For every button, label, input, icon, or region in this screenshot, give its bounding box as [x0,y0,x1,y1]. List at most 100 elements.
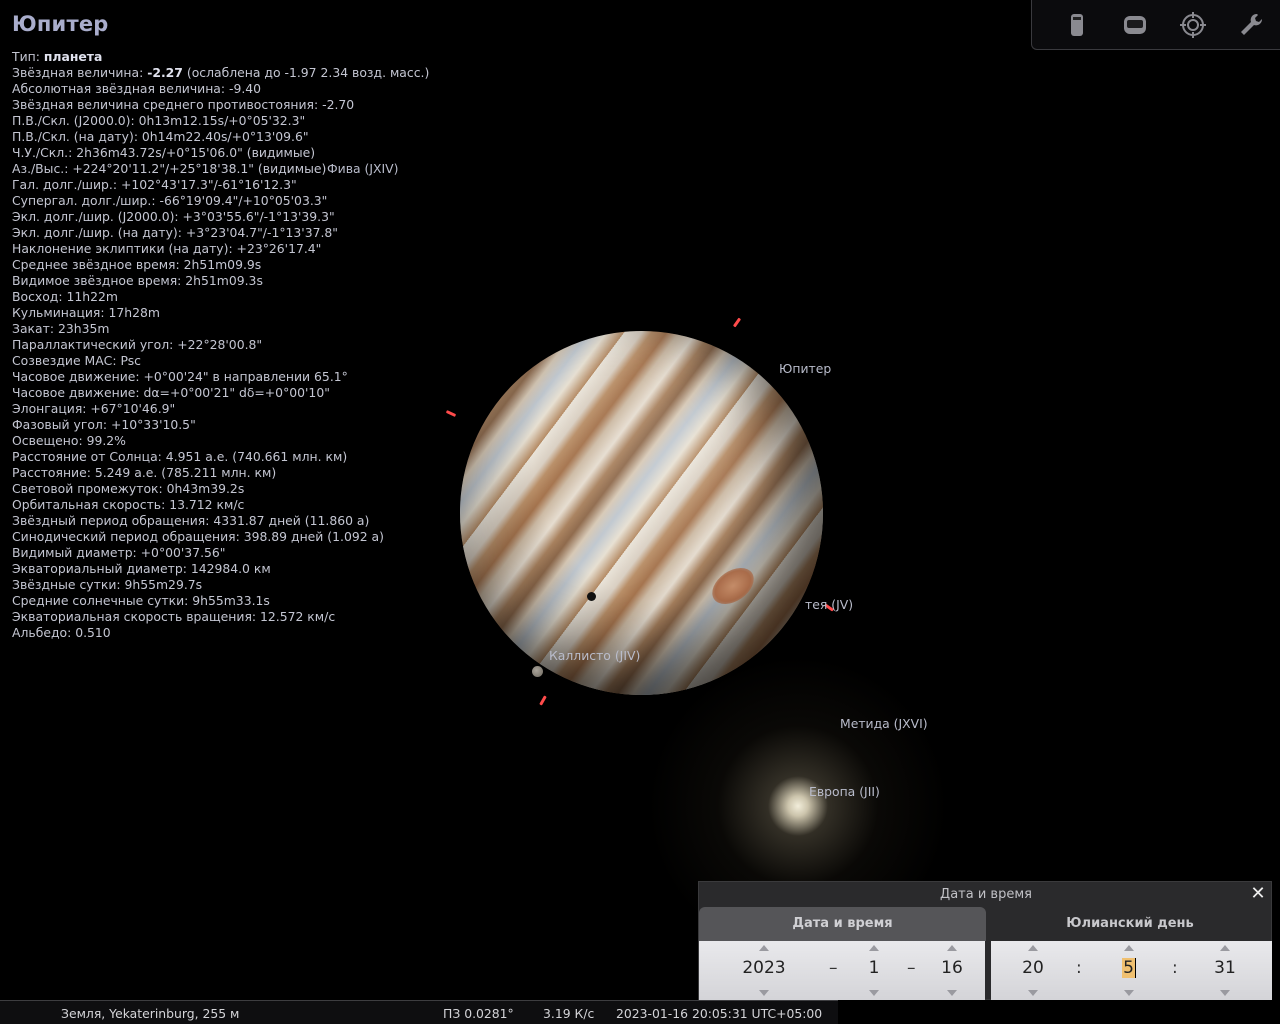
second-value[interactable]: 31 [1205,958,1245,978]
status-datetime[interactable]: 2023-01-16 20:05:31 UTC+05:00 [616,1006,822,1021]
info-row: Синодический период обращения: 398.89 дн… [12,529,532,545]
info-row: Звёздная величина: -2.27 (ослаблена до -… [12,65,532,81]
hour-value[interactable]: 20 [1013,958,1053,978]
info-label: Расстояние: 5.249 а.е. (785.211 млн. км) [12,465,277,480]
object-title: Юпитер [12,12,109,36]
info-row: Ч.У./Скл.: 2h36m43.72s/+0°15'06.0" (види… [12,145,532,161]
decrement-icon[interactable] [947,990,957,996]
info-label: П.В./Скл. (на дату): 0h14m22.40s/+0°13'0… [12,129,309,144]
telescope-icon[interactable] [1062,10,1092,40]
label-metis[interactable]: Метида (JXVI) [840,716,928,731]
info-label: Кульминация: 17h28m [12,305,160,320]
increment-icon[interactable] [759,945,769,951]
tab-datetime[interactable]: Дата и время [699,907,986,941]
increment-icon[interactable] [1220,945,1230,951]
decrement-icon[interactable] [869,990,879,996]
info-label: Звёздные сутки: 9h55m29.7s [12,577,203,592]
info-row: Часовое движение: +0°00'24" в направлени… [12,369,532,385]
info-row: Экл. долг./шир. (J2000.0): +3°03'55.6"/-… [12,209,532,225]
info-label: Наклонение эклиптики (на дату): +23°26'1… [12,241,322,256]
info-label: Экл. долг./шир. (J2000.0): +3°03'55.6"/-… [12,209,335,224]
increment-icon[interactable] [869,945,879,951]
datetime-dialog: Дата и время ✕ Дата и время Юлианский де… [698,881,1272,1000]
info-row: Экваториальная скорость вращения: 12.572… [12,609,532,625]
info-label: Световой промежуток: 0h43m39.2s [12,481,245,496]
month-value[interactable]: 1 [854,958,894,978]
label-theba[interactable]: Фива (JXIV) [327,161,399,176]
target-icon[interactable] [1178,10,1208,40]
info-row: Супергал. долг./шир.: -66°19'09.4"/+10°0… [12,193,532,209]
info-label: Освещено: 99.2% [12,433,126,448]
increment-icon[interactable] [1028,945,1038,951]
day-value[interactable]: 16 [932,958,972,978]
decrement-icon[interactable] [1028,990,1038,996]
info-label: Гал. долг./шир.: +102°43'17.3"/-61°16'12… [12,177,297,192]
tab-julian-day[interactable]: Юлианский день [988,907,1272,941]
month-spinner[interactable]: 1 [854,941,894,1000]
info-row: П.В./Скл. (J2000.0): 0h13m12.15s/+0°05'3… [12,113,532,129]
status-bar: Земля, Yekaterinburg, 255 м ПЗ 0.0281° 3… [0,1000,838,1024]
info-label: Закат: 23h35m [12,321,110,336]
decrement-icon[interactable] [1124,990,1134,996]
info-label: Часовое движение: +0°00'24" в направлени… [12,369,348,384]
callisto-moon[interactable] [532,666,543,677]
info-label: Синодический период обращения: 398.89 дн… [12,529,384,544]
info-label: Средние солнечные сутки: 9h55m33.1s [12,593,270,608]
info-row: Экваториальный диаметр: 142984.0 км [12,561,532,577]
info-label: Альбедо: 0.510 [12,625,111,640]
info-label: Часовое движение: dα=+0°00'21" dδ=+0°00'… [12,385,330,400]
info-row: Звёздная величина среднего противостояни… [12,97,532,113]
label-jupiter[interactable]: Юпитер [779,361,831,376]
info-row: Аз./Выс.: +224°20'11.2"/+25°18'38.1" (ви… [12,161,532,177]
info-label: Экваториальная скорость вращения: 12.572… [12,609,336,624]
label-amalthea[interactable]: тея (JV) [805,597,853,612]
decrement-icon[interactable] [759,990,769,996]
info-label: Расстояние от Солнца: 4.951 а.е. (740.66… [12,449,348,464]
time-separator: : [1076,958,1082,978]
info-row: Средние солнечные сутки: 9h55m33.1s [12,593,532,609]
info-row: Абсолютная звёздная величина: -9.40 [12,81,532,97]
close-icon[interactable]: ✕ [1249,885,1267,903]
top-toolbar [1031,0,1280,50]
minute-text[interactable]: 5 [1122,958,1136,978]
increment-icon[interactable] [947,945,957,951]
info-label: Элонгация: +67°10'46.9" [12,401,176,416]
dialog-title[interactable]: Дата и время [699,882,1273,907]
info-row: Альбедо: 0.510 [12,625,532,641]
info-label: Видимый диаметр: +0°00'37.56" [12,545,226,560]
info-label: Параллактический угол: +22°28'00.8" [12,337,263,352]
increment-icon[interactable] [1124,945,1134,951]
jupiter-planet[interactable] [460,331,823,695]
info-value: -2.27 [147,65,183,80]
info-row: Звёздные сутки: 9h55m29.7s [12,577,532,593]
status-location[interactable]: Земля, Yekaterinburg, 255 м [61,1006,239,1021]
time-panel: 20 : 5 : 31 [991,941,1272,1000]
label-callisto[interactable]: Каллисто (JIV) [549,648,640,663]
info-label: Экл. долг./шир. (на дату): +3°23'04.7"/-… [12,225,338,240]
info-row: Параллактический угол: +22°28'00.8" [12,337,532,353]
minute-value[interactable]: 5 [1109,958,1149,978]
info-row: Тип: планета [12,49,532,65]
info-label: Восход: 11h22m [12,289,118,304]
object-marker [732,317,742,328]
decrement-icon[interactable] [1220,990,1230,996]
year-spinner[interactable]: 2023 [729,941,799,1000]
label-europa[interactable]: Европа (JII) [809,784,880,799]
info-label: Среднее звёздное время: 2h51m09.9s [12,257,262,272]
info-row: Видимое звёздное время: 2h51m09.3s [12,273,532,289]
object-info-panel: Тип: планета Звёздная величина: -2.27 (ос… [12,49,532,641]
planet-shading [460,331,823,695]
info-label: Аз./Выс.: +224°20'11.2"/+25°18'38.1" (ви… [12,161,327,176]
ocular-icon[interactable] [1120,10,1150,40]
year-value[interactable]: 2023 [729,958,799,978]
day-spinner[interactable]: 16 [932,941,972,1000]
minute-spinner[interactable]: 5 [1109,941,1149,1000]
info-row: Среднее звёздное время: 2h51m09.9s [12,257,532,273]
info-row: Гал. долг./шир.: +102°43'17.3"/-61°16'12… [12,177,532,193]
info-row: Звёздный период обращения: 4331.87 дней … [12,513,532,529]
wrench-icon[interactable] [1236,10,1266,40]
second-spinner[interactable]: 31 [1205,941,1245,1000]
time-separator: : [1172,958,1178,978]
hour-spinner[interactable]: 20 [1013,941,1053,1000]
info-label: Ч.У./Скл.: 2h36m43.72s/+0°15'06.0" (види… [12,145,316,160]
